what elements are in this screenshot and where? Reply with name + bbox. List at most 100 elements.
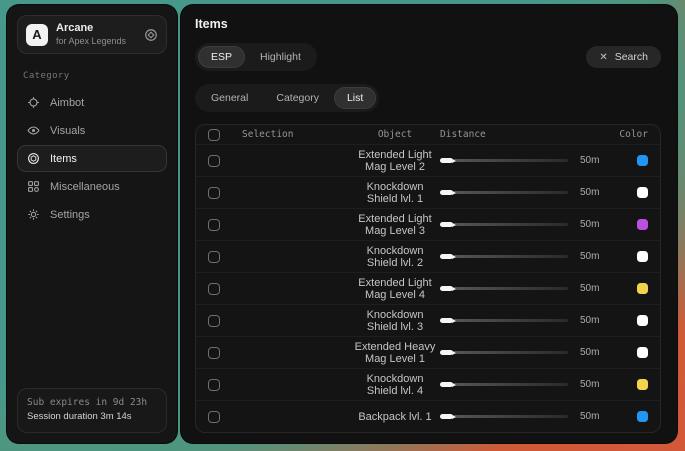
slider-handle[interactable]	[440, 350, 453, 355]
distance-slider[interactable]	[440, 251, 568, 263]
sidebar-item-settings[interactable]: Settings	[17, 201, 167, 228]
slider-track	[440, 319, 568, 322]
app-logo-letter: A	[32, 27, 41, 42]
slider-track	[440, 415, 568, 418]
row-object-label: Backpack lvl. 1	[350, 411, 440, 423]
tab-general[interactable]: General	[198, 87, 261, 109]
app-title: Arcane	[56, 22, 136, 36]
distance-value: 50m	[568, 251, 614, 262]
view-toolbar: General Category List	[195, 84, 661, 112]
page-title: Items	[195, 17, 661, 31]
main-panel: Items ESP Highlight ✕ Search General Cat…	[181, 5, 677, 443]
slider-track	[440, 159, 568, 162]
table-row: Extended Light Mag Level 3 50m	[196, 208, 660, 240]
color-swatch[interactable]	[637, 219, 648, 230]
row-object-label: Extended Light Mag Level 3	[350, 213, 440, 237]
row-checkbox[interactable]	[208, 283, 220, 295]
color-swatch[interactable]	[637, 315, 648, 326]
category-section-label: Category	[23, 71, 161, 81]
column-header-color: Color	[614, 129, 648, 140]
mode-toolbar: ESP Highlight ✕ Search	[195, 43, 661, 71]
table-row: Extended Light Mag Level 4 50m	[196, 272, 660, 304]
sidebar-item-miscellaneous[interactable]: Miscellaneous	[17, 173, 167, 200]
slider-track	[440, 383, 568, 386]
color-swatch[interactable]	[637, 347, 648, 358]
color-swatch[interactable]	[637, 155, 648, 166]
search-button-label: Search	[615, 51, 648, 63]
pin-icon[interactable]	[144, 28, 158, 42]
row-object-label: Extended Heavy Mag Level 1	[350, 341, 440, 365]
x-icon: ✕	[599, 52, 607, 63]
slider-handle[interactable]	[440, 254, 453, 259]
slider-handle[interactable]	[440, 286, 453, 291]
distance-slider[interactable]	[440, 155, 568, 167]
table-header-row: Selection Object Distance Color	[196, 125, 660, 144]
row-object-label: Knockdown Shield lvl. 4	[350, 373, 440, 397]
slider-handle[interactable]	[440, 382, 453, 387]
color-swatch[interactable]	[637, 411, 648, 422]
slider-handle[interactable]	[440, 190, 453, 195]
row-checkbox[interactable]	[208, 379, 220, 391]
row-checkbox[interactable]	[208, 315, 220, 327]
slider-track	[440, 287, 568, 290]
distance-slider[interactable]	[440, 315, 568, 327]
slider-handle[interactable]	[440, 414, 453, 419]
tab-category[interactable]: Category	[263, 87, 332, 109]
distance-value: 50m	[568, 315, 614, 326]
color-swatch[interactable]	[637, 187, 648, 198]
distance-slider[interactable]	[440, 379, 568, 391]
row-checkbox[interactable]	[208, 411, 220, 423]
distance-slider[interactable]	[440, 283, 568, 295]
sidebar-item-label: Aimbot	[50, 97, 84, 109]
distance-value: 50m	[568, 283, 614, 294]
table-row: Knockdown Shield lvl. 1 50m	[196, 176, 660, 208]
eye-icon	[27, 124, 40, 137]
column-header-distance: Distance	[440, 129, 568, 140]
row-object-label: Knockdown Shield lvl. 3	[350, 309, 440, 333]
grid-icon	[27, 180, 40, 193]
sidebar-item-label: Items	[50, 153, 77, 165]
crosshair-icon	[27, 96, 40, 109]
slider-handle[interactable]	[440, 158, 453, 163]
tab-esp[interactable]: ESP	[198, 46, 245, 68]
distance-slider[interactable]	[440, 411, 568, 423]
row-object-label: Knockdown Shield lvl. 2	[350, 245, 440, 269]
distance-value: 50m	[568, 347, 614, 358]
row-checkbox[interactable]	[208, 347, 220, 359]
select-all-checkbox[interactable]	[208, 129, 220, 141]
row-checkbox[interactable]	[208, 187, 220, 199]
slider-handle[interactable]	[440, 222, 453, 227]
color-swatch[interactable]	[637, 251, 648, 262]
sidebar-item-visuals[interactable]: Visuals	[17, 117, 167, 144]
row-object-label: Extended Light Mag Level 2	[350, 149, 440, 173]
sidebar-item-items[interactable]: Items	[17, 145, 167, 172]
sub-expires-text: Sub expires in 9d 23h	[27, 396, 157, 411]
row-checkbox[interactable]	[208, 155, 220, 167]
slider-handle[interactable]	[440, 318, 453, 323]
table-row: Knockdown Shield lvl. 3 50m	[196, 304, 660, 336]
distance-slider[interactable]	[440, 187, 568, 199]
app-window: A Arcane for Apex Legends Category Aimbo…	[7, 5, 677, 443]
table-row: Backpack lvl. 1 50m	[196, 400, 660, 432]
items-table: Selection Object Distance Color Extended…	[195, 124, 661, 433]
table-row: Extended Light Mag Level 2 50m	[196, 144, 660, 176]
slider-track	[440, 351, 568, 354]
app-subtitle: for Apex Legends	[56, 36, 136, 47]
color-swatch[interactable]	[637, 379, 648, 390]
search-button[interactable]: ✕ Search	[586, 46, 661, 68]
slider-track	[440, 255, 568, 258]
table-row: Extended Heavy Mag Level 1 50m	[196, 336, 660, 368]
tab-list[interactable]: List	[334, 87, 376, 109]
color-swatch[interactable]	[637, 283, 648, 294]
table-row: Knockdown Shield lvl. 4 50m	[196, 368, 660, 400]
sidebar-item-aimbot[interactable]: Aimbot	[17, 89, 167, 116]
tab-highlight[interactable]: Highlight	[247, 46, 314, 68]
sidebar-item-label: Settings	[50, 209, 90, 221]
distance-slider[interactable]	[440, 219, 568, 231]
gear-icon	[27, 208, 40, 221]
row-checkbox[interactable]	[208, 251, 220, 263]
row-checkbox[interactable]	[208, 219, 220, 231]
sidebar: A Arcane for Apex Legends Category Aimbo…	[7, 5, 177, 443]
distance-slider[interactable]	[440, 347, 568, 359]
subscription-info-card: Sub expires in 9d 23h Session duration 3…	[17, 388, 167, 433]
